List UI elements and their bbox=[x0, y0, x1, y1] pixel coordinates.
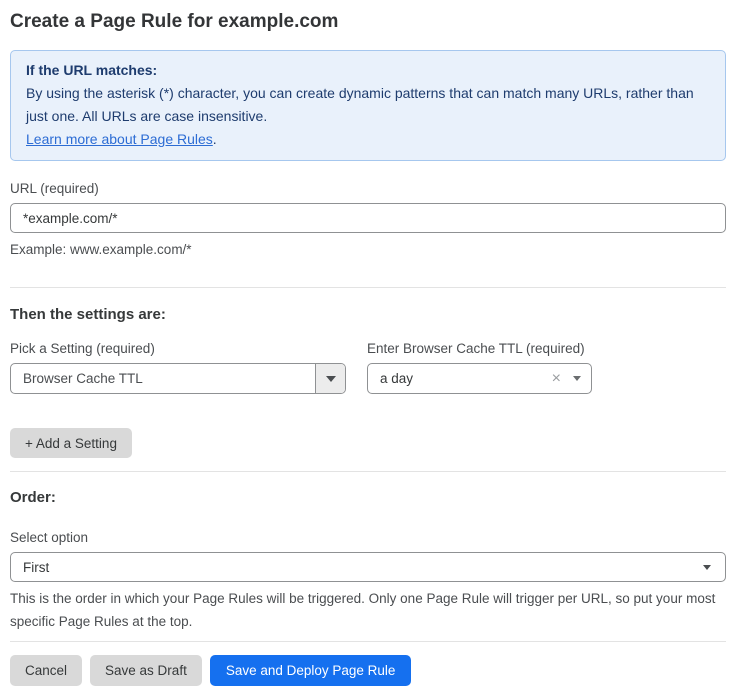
pick-setting-value: Browser Cache TTL bbox=[11, 364, 315, 393]
chevron-down-icon[interactable] bbox=[573, 376, 581, 381]
info-box-link-line: Learn more about Page Rules. bbox=[26, 128, 710, 151]
chevron-down-icon bbox=[703, 565, 711, 570]
order-select-value: First bbox=[23, 560, 703, 575]
order-select[interactable]: First bbox=[10, 552, 726, 582]
section-divider bbox=[10, 471, 726, 472]
pick-setting-arrow-segment[interactable] bbox=[315, 364, 345, 393]
order-helper-text: This is the order in which your Page Rul… bbox=[10, 587, 726, 633]
order-section-heading: Order: bbox=[10, 489, 726, 506]
chevron-down-icon bbox=[326, 376, 336, 382]
settings-section-heading: Then the settings are: bbox=[10, 306, 726, 323]
learn-more-link[interactable]: Learn more about Page Rules bbox=[26, 131, 213, 147]
url-helper-text: Example: www.example.com/* bbox=[10, 238, 726, 261]
save-and-deploy-button[interactable]: Save and Deploy Page Rule bbox=[210, 655, 412, 686]
info-box-heading: If the URL matches: bbox=[26, 59, 710, 82]
url-field-label: URL (required) bbox=[10, 181, 726, 196]
info-box-body: By using the asterisk (*) character, you… bbox=[26, 82, 710, 128]
clear-icon[interactable]: × bbox=[552, 371, 561, 387]
footer-divider bbox=[10, 641, 726, 642]
url-matches-info-box: If the URL matches: By using the asteris… bbox=[10, 50, 726, 161]
ttl-label: Enter Browser Cache TTL (required) bbox=[367, 341, 585, 356]
footer-button-row: Cancel Save as Draft Save and Deploy Pag… bbox=[10, 655, 726, 686]
pick-setting-label: Pick a Setting (required) bbox=[10, 341, 367, 356]
pick-setting-select[interactable]: Browser Cache TTL bbox=[10, 363, 346, 394]
page-title: Create a Page Rule for example.com bbox=[10, 10, 726, 34]
ttl-combobox[interactable]: a day × bbox=[367, 363, 592, 394]
order-select-label: Select option bbox=[10, 530, 726, 545]
add-setting-button[interactable]: + Add a Setting bbox=[10, 428, 132, 458]
link-period: . bbox=[213, 131, 217, 147]
save-as-draft-button[interactable]: Save as Draft bbox=[90, 655, 202, 686]
section-divider bbox=[10, 287, 726, 288]
ttl-value: a day bbox=[380, 371, 552, 386]
url-input[interactable] bbox=[10, 203, 726, 233]
cancel-button[interactable]: Cancel bbox=[10, 655, 82, 686]
